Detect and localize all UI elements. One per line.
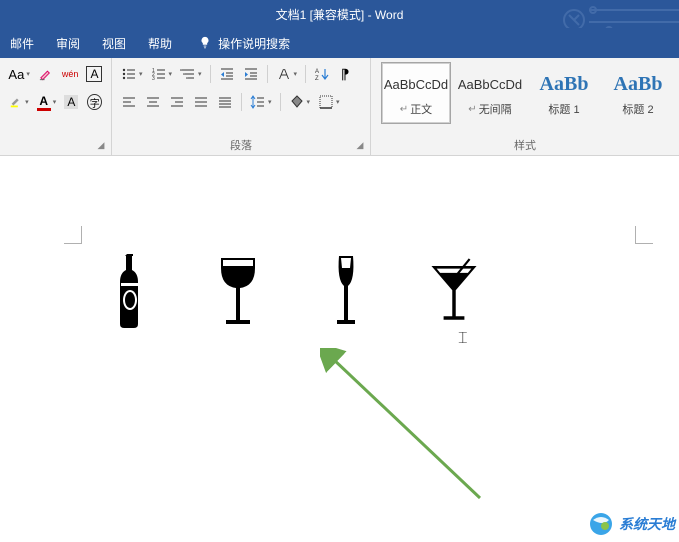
champagne-glass-icon[interactable]	[316, 252, 376, 332]
font-group: Aa▾ wén A ▾ A ▾ A	[0, 58, 112, 155]
document-canvas[interactable]: ⌶ 系统天地	[0, 156, 679, 542]
increase-indent-button[interactable]	[240, 63, 262, 85]
window-title: 文档1 [兼容模式] - Word	[276, 6, 404, 23]
lightbulb-icon	[198, 36, 212, 50]
style-heading-2[interactable]: AaBb 标题 2	[603, 62, 673, 124]
tell-me-label: 操作说明搜索	[218, 35, 290, 52]
bullets-button[interactable]: ▾	[118, 63, 146, 85]
paragraph-group: ▾ 123▾ ▾ ▾ AZ ⁋ ▾ ▾ ▾ 段落 ◢	[112, 58, 371, 155]
asian-layout-button[interactable]: ▾	[273, 63, 301, 85]
character-border-button[interactable]: A	[84, 63, 105, 85]
tab-view[interactable]: 视图	[100, 31, 128, 56]
enclose-char-button[interactable]: 字	[84, 91, 105, 113]
align-center-button[interactable]	[142, 91, 164, 113]
style-no-spacing[interactable]: AaBbCcDd ↵无间隔	[455, 62, 525, 124]
text-cursor-icon: ⌶	[458, 330, 468, 348]
decrease-indent-button[interactable]	[216, 63, 238, 85]
tab-help[interactable]: 帮助	[146, 31, 174, 56]
style-normal[interactable]: AaBbCcDd ↵正文	[381, 62, 451, 124]
sort-button[interactable]: AZ	[311, 63, 333, 85]
tab-review[interactable]: 审阅	[54, 31, 82, 56]
multilevel-list-button[interactable]: ▾	[177, 63, 205, 85]
watermark-text: 系统天地	[619, 514, 675, 534]
borders-button[interactable]: ▾	[315, 91, 343, 113]
tell-me-search[interactable]: 操作说明搜索	[198, 35, 290, 52]
align-justify-button[interactable]	[190, 91, 212, 113]
title-decoration	[559, 0, 679, 28]
svg-text:A: A	[315, 69, 319, 75]
shading-button[interactable]: ▾	[286, 91, 314, 113]
show-marks-button[interactable]: ⁋	[335, 63, 355, 85]
phonetic-guide-button[interactable]: wén	[59, 63, 81, 85]
paragraph-group-label: 段落	[112, 137, 370, 153]
wine-glass-icon[interactable]	[208, 252, 268, 332]
font-color-button[interactable]: A ▾	[35, 91, 59, 113]
svg-text:3: 3	[152, 76, 155, 82]
line-spacing-button[interactable]: ▾	[247, 91, 275, 113]
document-icons-row	[100, 252, 484, 332]
styles-group: AaBbCcDd ↵正文 AaBbCcDd ↵无间隔 AaBb 标题 1 AaB…	[371, 58, 679, 155]
paragraph-group-launcher[interactable]: ◢	[354, 139, 366, 151]
clear-format-button[interactable]	[35, 63, 56, 85]
numbering-button[interactable]: 123▾	[148, 63, 176, 85]
styles-group-label: 样式	[371, 137, 679, 153]
char-shading-button[interactable]: A	[61, 91, 81, 113]
ribbon: Aa▾ wén A ▾ A ▾ A	[0, 58, 679, 156]
page-corner-tr	[635, 226, 653, 244]
svg-text:Z: Z	[315, 76, 319, 82]
watermark-logo-icon	[589, 512, 613, 536]
styles-gallery: AaBbCcDd ↵正文 AaBbCcDd ↵无间隔 AaBb 标题 1 AaB…	[381, 62, 673, 124]
align-right-button[interactable]	[166, 91, 188, 113]
watermark: 系统天地	[589, 512, 675, 536]
highlight-button[interactable]: ▾	[6, 91, 32, 113]
tab-mail[interactable]: 邮件	[8, 31, 36, 56]
title-bar: 文档1 [兼容模式] - Word	[0, 0, 679, 28]
wine-bottle-icon[interactable]	[100, 252, 160, 332]
change-case-button[interactable]: Aa▾	[6, 63, 32, 85]
martini-glass-icon[interactable]	[424, 252, 484, 332]
annotation-arrow-icon	[320, 348, 500, 508]
align-left-button[interactable]	[118, 91, 140, 113]
page-corner-tl	[64, 226, 82, 244]
align-distributed-button[interactable]	[214, 91, 236, 113]
font-group-launcher[interactable]: ◢	[95, 139, 107, 151]
menu-tab-bar: 邮件 审阅 视图 帮助 操作说明搜索	[0, 28, 679, 58]
style-heading-1[interactable]: AaBb 标题 1	[529, 62, 599, 124]
